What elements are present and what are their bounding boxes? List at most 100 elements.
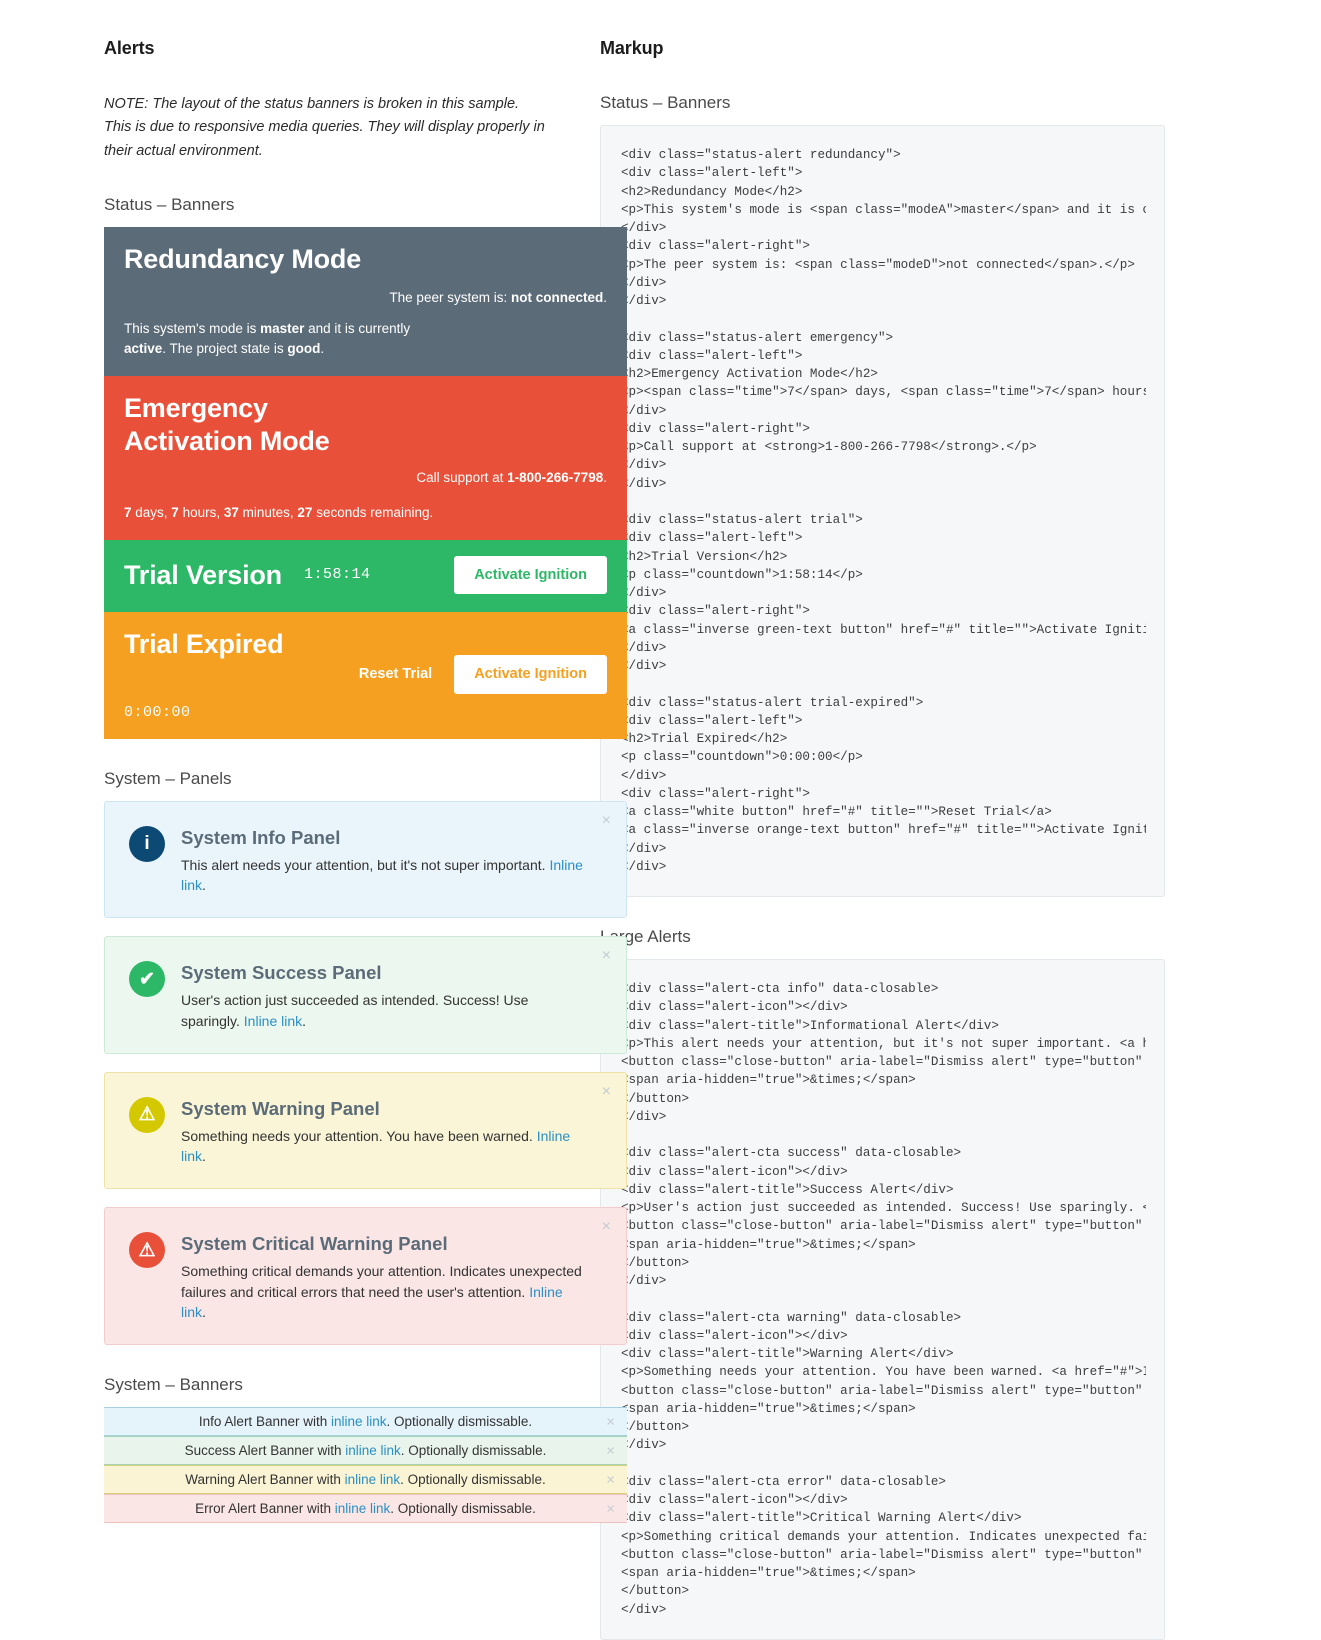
close-icon[interactable]: × [598, 811, 615, 831]
panel-text-success-body: User's action just succeeded as intended… [181, 992, 529, 1029]
note-text: NOTE: The layout of the status banners i… [104, 96, 545, 159]
panel-title-error: System Critical Warning Panel [181, 1233, 448, 1255]
status-alert-emergency: Emergency Activation Mode Call support a… [104, 375, 627, 540]
emergency-hours-label: hours, [178, 504, 224, 520]
emergency-title: Emergency Activation Mode [124, 392, 330, 456]
status-alert-redundancy: Redundancy Mode The peer system is: not … [104, 227, 627, 376]
emergency-support-line: Call support at 1-800-266-7798. [124, 470, 607, 485]
emergency-minutes-label: minutes, [238, 504, 298, 520]
banner-warning-before: Warning Alert Banner with [185, 1472, 345, 1488]
trial-row: Trial Version 1:58:14 Activate Ignition [124, 555, 607, 595]
close-icon[interactable]: × [603, 1501, 618, 1516]
markup-section-large-alerts: Large Alerts [600, 927, 691, 946]
panel-text-info: This alert needs your attention, but it'… [181, 855, 586, 896]
redundancy-desc-part3: . The project state is [162, 340, 288, 356]
panel-body: System Critical Warning Panel Something … [181, 1230, 586, 1322]
alerts-column: Alerts NOTE: The layout of the status ba… [0, 38, 627, 1617]
banner-error-after: . Optionally dismissable. [390, 1501, 536, 1517]
banner-info-after: . Optionally dismissable. [386, 1414, 533, 1430]
redundancy-state-value: active [124, 340, 163, 356]
panel-text-error: Something critical demands your attentio… [181, 1261, 586, 1322]
panel-text-info-tail: . [202, 876, 206, 893]
trial-expired-countdown: 0:00:00 [124, 703, 191, 721]
panel-text-error-body: Something critical demands your attentio… [181, 1263, 582, 1300]
code-block-large-alerts: <div class="alert-cta info" data-closabl… [600, 959, 1165, 1640]
status-banners-group: Redundancy Mode The peer system is: not … [104, 227, 627, 739]
panel-title-success: System Success Panel [181, 962, 382, 984]
close-icon[interactable]: × [598, 946, 615, 966]
redundancy-title: Redundancy Mode [124, 244, 362, 275]
panel-text-success: User's action just succeeded as intended… [181, 990, 586, 1031]
section-title-status-banners: Status – Banners [104, 195, 235, 215]
panel-system-info: i System Info Panel This alert needs you… [104, 800, 627, 919]
emergency-hours: 7 [171, 504, 179, 520]
emergency-minutes: 37 [223, 504, 239, 520]
page-root: Alerts NOTE: The layout of the status ba… [0, 0, 1321, 1640]
panel-text-error-tail: . [202, 1304, 206, 1321]
banner-warning: Warning Alert Banner with inline link. O… [104, 1465, 627, 1495]
redundancy-desc-part2: and it is currently [304, 321, 411, 337]
emergency-countdown-text: 7 days, 7 hours, 37 minutes, 27 seconds … [124, 503, 607, 522]
inline-link-banner-warning[interactable]: inline link [345, 1472, 401, 1487]
section-title-system-banners: System – Banners [104, 1375, 243, 1395]
panel-body: System Info Panel This alert needs your … [181, 824, 586, 896]
banner-error: Error Alert Banner with inline link. Opt… [104, 1494, 627, 1524]
panel-text-info-body: This alert needs your attention, but it'… [181, 856, 550, 873]
system-banners-group: Info Alert Banner with inline link. Opti… [104, 1407, 627, 1524]
close-icon[interactable]: × [603, 1443, 618, 1458]
critical-warning-icon: ⚠ [129, 1232, 165, 1269]
inline-link-banner-error[interactable]: inline link [335, 1501, 391, 1516]
check-icon: ✔ [129, 961, 165, 998]
redundancy-peer-status: The peer system is: not connected. [124, 290, 607, 305]
trial-action-wrap: Activate Ignition [454, 555, 607, 595]
banner-info-before: Info Alert Banner with [198, 1414, 331, 1430]
close-icon[interactable]: × [598, 1217, 615, 1237]
markup-section-status-banners: Status – Banners [600, 93, 731, 112]
redundancy-description: This system's mode is master and it is c… [124, 319, 424, 357]
banner-success-after: . Optionally dismissable. [400, 1443, 547, 1459]
trial-countdown: 1:58:14 [303, 566, 371, 584]
inline-link-success[interactable]: Inline link [244, 1013, 302, 1029]
emergency-days: 7 [124, 504, 132, 520]
close-icon[interactable]: × [603, 1472, 618, 1487]
emergency-seconds-label: seconds remaining. [312, 504, 434, 520]
activate-ignition-button-expired[interactable]: Activate Ignition [454, 655, 607, 694]
banner-info: Info Alert Banner with inline link. Opti… [104, 1407, 627, 1437]
panel-text-warning-tail: . [202, 1148, 206, 1165]
reset-trial-button[interactable]: Reset Trial [359, 666, 432, 682]
emergency-days-label: days, [131, 504, 172, 520]
redundancy-desc-part1: This system's mode is [124, 321, 261, 337]
activate-ignition-button-trial[interactable]: Activate Ignition [454, 555, 607, 595]
close-icon[interactable]: × [598, 1082, 615, 1102]
system-panels-group: i System Info Panel This alert needs you… [104, 800, 627, 1346]
trial-title: Trial Version [124, 559, 282, 590]
emergency-seconds: 27 [297, 504, 313, 520]
code-block-status-banners: <div class="status-alert redundancy"> <d… [600, 125, 1165, 897]
redundancy-peer-suffix: . [603, 290, 607, 306]
inline-link-banner-success[interactable]: inline link [345, 1443, 401, 1458]
code-text-large-alerts: <div class="alert-cta info" data-closabl… [621, 982, 1146, 1617]
emergency-support-suffix: . [603, 469, 607, 485]
panel-system-success: ✔ System Success Panel User's action jus… [104, 936, 627, 1054]
banner-success-before: Success Alert Banner with [184, 1443, 346, 1459]
panel-text-warning: Something needs your attention. You have… [181, 1126, 586, 1167]
close-icon[interactable]: × [603, 1414, 618, 1429]
panel-body: System Success Panel User's action just … [181, 959, 586, 1031]
redundancy-project-value: good [287, 340, 321, 356]
panel-text-warning-body: Something needs your attention. You have… [181, 1127, 537, 1144]
banner-warning-after: . Optionally dismissable. [400, 1472, 546, 1488]
panel-text-success-tail: . [302, 1012, 307, 1029]
panel-body: System Warning Panel Something needs you… [181, 1095, 586, 1167]
status-alert-trial-expired: Trial Expired Reset Trial Activate Ignit… [104, 612, 627, 739]
redundancy-desc-part4: . [320, 340, 325, 356]
redundancy-peer-value: not connected [510, 290, 604, 306]
warning-triangle-icon: ⚠ [129, 1096, 165, 1133]
status-alert-trial: Trial Version 1:58:14 Activate Ignition [104, 539, 627, 613]
panel-system-warning: ⚠ System Warning Panel Something needs y… [104, 1071, 627, 1190]
markup-column: Markup Status – Banners <div class="stat… [550, 38, 1240, 1640]
code-text-status-banners: <div class="status-alert redundancy"> <d… [621, 148, 1146, 874]
panel-title-warning: System Warning Panel [181, 1097, 380, 1119]
info-icon: i [129, 825, 165, 862]
redundancy-peer-prefix: The peer system is: [389, 290, 511, 306]
inline-link-banner-info[interactable]: inline link [331, 1414, 387, 1429]
